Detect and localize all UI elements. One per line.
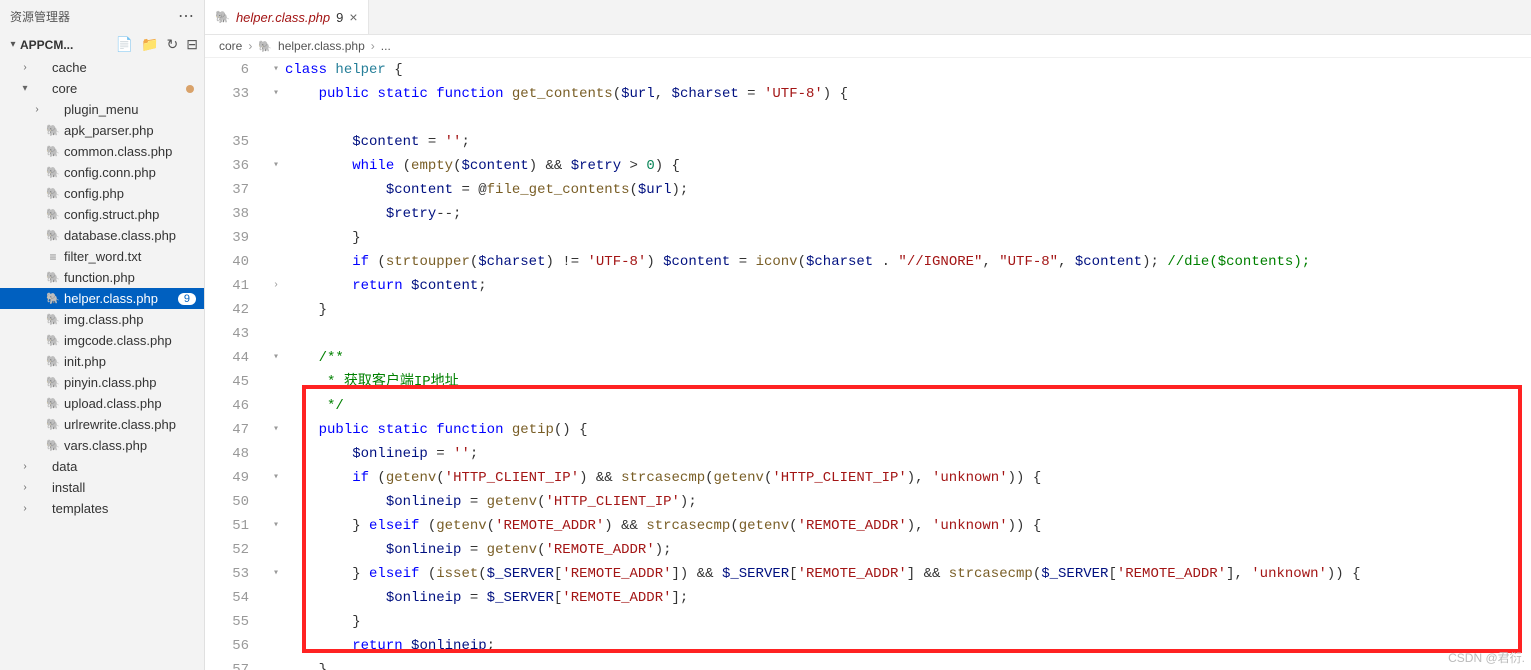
item-label: data [52,459,198,474]
php-icon: 🐘 [44,313,62,326]
php-icon: 🐘 [44,418,62,431]
item-label: img.class.php [64,312,198,327]
workspace-row[interactable]: ▾ APPCM... 📄 📁 ↻ ⊟ [0,32,204,57]
close-icon[interactable]: × [349,9,357,25]
item-label: plugin_menu [64,102,198,117]
code-content[interactable]: class helper { public static function ge… [285,58,1531,670]
file-item[interactable]: 🐘function.php [0,267,204,288]
item-label: install [52,480,198,495]
app-root: 资源管理器 ⋯ ▾ APPCM... 📄 📁 ↻ ⊟ ›cache▾core›p… [0,0,1531,670]
tab-modified-count: 9 [336,10,343,25]
problems-badge: 9 [178,293,196,305]
workspace-actions: 📄 📁 ↻ ⊟ [116,36,198,53]
php-icon: 🐘 [44,376,62,389]
item-label: cache [52,60,198,75]
breadcrumb-seg[interactable]: ... [381,39,391,53]
chevron-down-icon: ▾ [6,39,20,50]
text-icon: ≡ [44,250,62,264]
file-tree[interactable]: ›cache▾core›plugin_menu🐘apk_parser.php🐘c… [0,57,204,670]
item-label: config.struct.php [64,207,198,222]
item-label: config.php [64,186,198,201]
file-item[interactable]: 🐘apk_parser.php [0,120,204,141]
refresh-icon[interactable]: ↻ [167,36,179,53]
file-item[interactable]: 🐘helper.class.php9 [0,288,204,309]
file-item[interactable]: 🐘urlrewrite.class.php [0,414,204,435]
new-folder-icon[interactable]: 📁 [141,36,158,53]
file-item[interactable]: 🐘upload.class.php [0,393,204,414]
item-label: filter_word.txt [64,249,198,264]
more-icon[interactable]: ⋯ [178,6,194,26]
workspace-name: APPCM... [20,38,116,52]
php-icon: 🐘 [44,439,62,452]
php-icon: 🐘 [44,271,62,284]
modified-dot [186,85,194,93]
file-item[interactable]: 🐘imgcode.class.php [0,330,204,351]
folder-item[interactable]: ›templates [0,498,204,519]
explorer-title: 资源管理器 [10,8,178,25]
chevron-right-icon: › [371,39,375,53]
file-item[interactable]: 🐘common.class.php [0,141,204,162]
item-label: config.conn.php [64,165,198,180]
item-label: helper.class.php [64,291,178,306]
php-icon: 🐘 [44,145,62,158]
breadcrumb[interactable]: core › 🐘 helper.class.php › ... [205,35,1531,58]
file-item[interactable]: 🐘config.struct.php [0,204,204,225]
collapse-icon[interactable]: ⊟ [186,36,198,53]
file-item[interactable]: ≡filter_word.txt [0,246,204,267]
folder-item[interactable]: ›plugin_menu [0,99,204,120]
file-item[interactable]: 🐘vars.class.php [0,435,204,456]
item-label: templates [52,501,198,516]
tab-bar: 🐘 helper.class.php 9 × [205,0,1531,35]
editor-area: 🐘 helper.class.php 9 × core › 🐘 helper.c… [205,0,1531,670]
item-label: function.php [64,270,198,285]
item-label: database.class.php [64,228,198,243]
explorer-header: 资源管理器 ⋯ [0,0,204,32]
breadcrumb-seg[interactable]: core [219,39,242,53]
item-label: upload.class.php [64,396,198,411]
item-label: core [52,81,186,96]
chevron-right-icon: › [248,39,252,53]
file-item[interactable]: 🐘database.class.php [0,225,204,246]
file-item[interactable]: 🐘init.php [0,351,204,372]
file-item[interactable]: 🐘img.class.php [0,309,204,330]
php-icon: 🐘 [44,292,62,305]
watermark: CSDN @君衍. [1448,649,1525,666]
item-label: imgcode.class.php [64,333,198,348]
item-label: init.php [64,354,198,369]
php-icon: 🐘 [44,208,62,221]
folder-item[interactable]: ›data [0,456,204,477]
line-number-gutter: 6333536373839404142434445464748495051525… [205,58,267,670]
code-editor[interactable]: 6333536373839404142434445464748495051525… [205,58,1531,670]
fold-column: ▾▾▾›▾▾▾▾▾ [267,58,285,670]
php-icon: 🐘 [215,10,230,24]
php-icon: 🐘 [44,334,62,347]
folder-item[interactable]: ▾core [0,78,204,99]
item-label: pinyin.class.php [64,375,198,390]
php-icon: 🐘 [44,355,62,368]
php-icon: 🐘 [44,124,62,137]
php-icon: 🐘 [44,229,62,242]
folder-item[interactable]: ›install [0,477,204,498]
php-icon: 🐘 [44,397,62,410]
php-icon: 🐘 [258,40,272,53]
php-icon: 🐘 [44,187,62,200]
item-label: vars.class.php [64,438,198,453]
php-icon: 🐘 [44,166,62,179]
breadcrumb-seg[interactable]: helper.class.php [278,39,365,53]
file-item[interactable]: 🐘config.conn.php [0,162,204,183]
explorer-sidebar: 资源管理器 ⋯ ▾ APPCM... 📄 📁 ↻ ⊟ ›cache▾core›p… [0,0,205,670]
tab-filename: helper.class.php [236,10,330,25]
tab-helper[interactable]: 🐘 helper.class.php 9 × [205,0,369,34]
file-item[interactable]: 🐘config.php [0,183,204,204]
new-file-icon[interactable]: 📄 [116,36,133,53]
folder-item[interactable]: ›cache [0,57,204,78]
item-label: common.class.php [64,144,198,159]
file-item[interactable]: 🐘pinyin.class.php [0,372,204,393]
item-label: urlrewrite.class.php [64,417,198,432]
item-label: apk_parser.php [64,123,198,138]
